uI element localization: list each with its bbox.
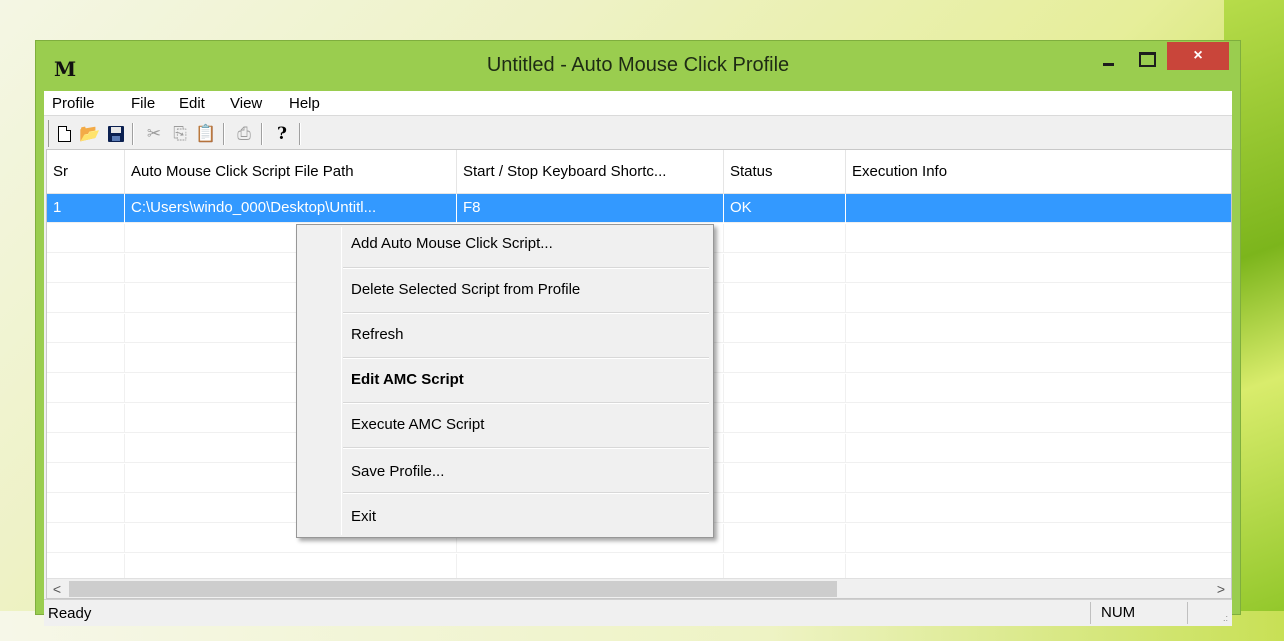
context-add-script[interactable]: Add Auto Mouse Click Script...: [351, 235, 553, 252]
context-separator: [343, 357, 709, 359]
toolbar-separator: [261, 123, 263, 145]
paste-icon[interactable]: 📋: [195, 123, 217, 145]
copy-icon[interactable]: ⎘: [169, 123, 191, 145]
toolbar-separator: [223, 123, 225, 145]
context-exit[interactable]: Exit: [351, 508, 376, 525]
menu-bar: Profile File Edit View Help: [44, 91, 1232, 116]
resize-grip-icon[interactable]: .:: [1216, 612, 1228, 624]
cell-sr: 1: [47, 194, 125, 223]
context-separator: [343, 267, 709, 269]
toolbar-separator: [132, 123, 134, 145]
maximize-button[interactable]: [1132, 47, 1160, 69]
menu-help[interactable]: Help: [289, 95, 320, 112]
context-separator: [343, 402, 709, 404]
status-bar: Ready NUM .:: [44, 599, 1232, 626]
column-header-sr[interactable]: Sr: [47, 150, 125, 194]
cell-path: C:\Users\windo_000\Desktop\Untitl...: [125, 194, 457, 223]
context-separator: [343, 447, 709, 449]
menu-file[interactable]: File: [131, 95, 155, 112]
scroll-left-icon[interactable]: <: [47, 579, 67, 598]
toolbar: 📂 ✂ ⎘ 📋 ⎙ ?: [44, 117, 1232, 149]
num-lock-indicator: NUM: [1090, 602, 1188, 624]
list-header: Sr Auto Mouse Click Script File Path Sta…: [47, 150, 1231, 194]
context-menu-gutter: [341, 227, 342, 535]
context-edit-script[interactable]: Edit AMC Script: [351, 371, 464, 388]
context-save-profile[interactable]: Save Profile...: [351, 463, 444, 480]
menu-profile[interactable]: Profile: [52, 95, 95, 112]
column-header-execution-info[interactable]: Execution Info: [846, 150, 1231, 194]
context-separator: [343, 312, 709, 314]
cut-icon[interactable]: ✂: [143, 123, 165, 145]
new-file-icon[interactable]: [53, 123, 75, 145]
cell-status: OK: [724, 194, 846, 223]
context-execute-script[interactable]: Execute AMC Script: [351, 416, 484, 433]
context-delete-script[interactable]: Delete Selected Script from Profile: [351, 281, 580, 298]
scrollbar-thumb[interactable]: [69, 581, 837, 597]
toolbar-separator: [299, 123, 301, 145]
print-icon[interactable]: ⎙: [233, 123, 255, 145]
cell-execution-info: [846, 194, 1231, 223]
context-menu: Add Auto Mouse Click Script... Delete Se…: [296, 224, 714, 538]
title-bar[interactable]: M Untitled - Auto Mouse Click Profile ×: [36, 41, 1240, 91]
help-icon[interactable]: ?: [271, 123, 293, 145]
save-icon[interactable]: [105, 123, 127, 145]
column-header-shortcut[interactable]: Start / Stop Keyboard Shortc...: [457, 150, 724, 194]
menu-view[interactable]: View: [230, 95, 262, 112]
horizontal-scrollbar[interactable]: < >: [47, 578, 1231, 598]
context-refresh[interactable]: Refresh: [351, 326, 404, 343]
open-folder-icon[interactable]: 📂: [79, 123, 101, 145]
scroll-right-icon[interactable]: >: [1211, 579, 1231, 598]
cell-shortcut: F8: [457, 194, 724, 223]
status-text: Ready: [48, 605, 92, 622]
table-row[interactable]: 1 C:\Users\windo_000\Desktop\Untitl... F…: [47, 194, 1231, 223]
minimize-button[interactable]: [1098, 51, 1120, 71]
column-header-status[interactable]: Status: [724, 150, 846, 194]
context-separator: [343, 492, 709, 494]
close-button[interactable]: ×: [1167, 42, 1229, 70]
window-title: Untitled - Auto Mouse Click Profile: [486, 54, 790, 76]
column-header-path[interactable]: Auto Mouse Click Script File Path: [125, 150, 457, 194]
menu-edit[interactable]: Edit: [179, 95, 205, 112]
